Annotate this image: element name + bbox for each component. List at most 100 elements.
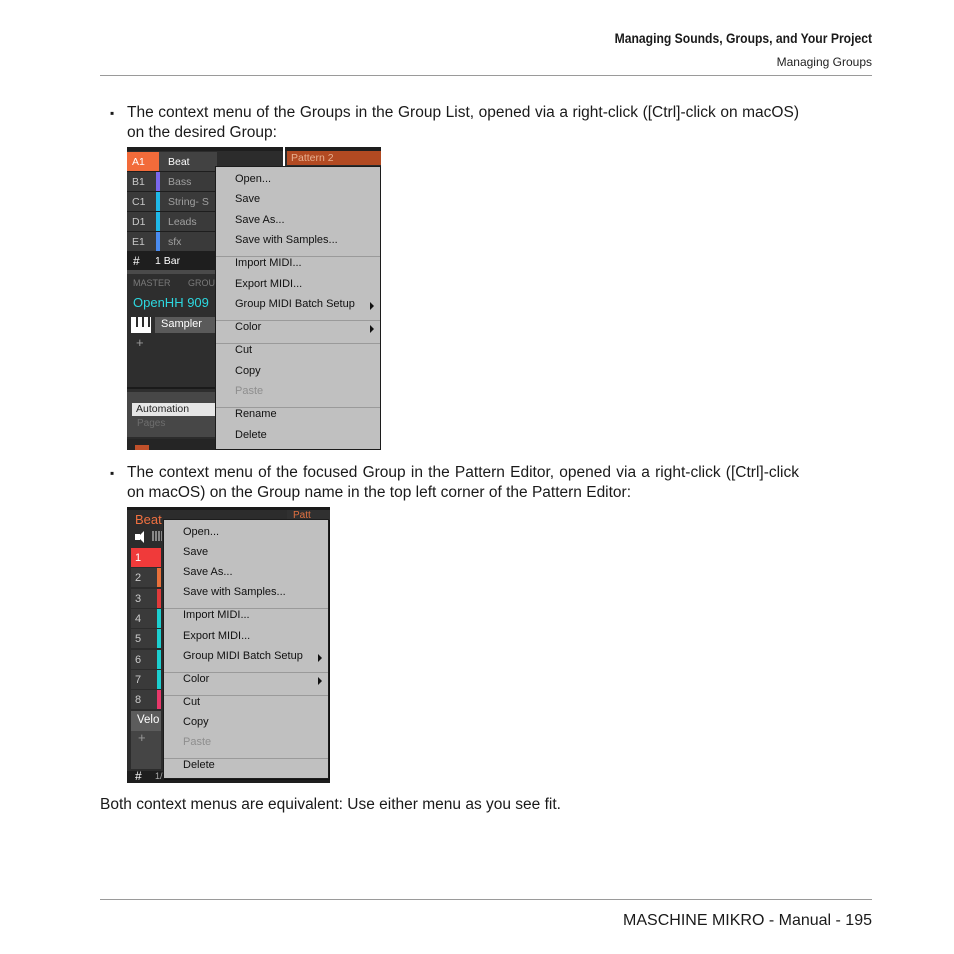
sound-color-swatch xyxy=(157,608,161,628)
footer-divider xyxy=(100,899,872,900)
group-list-screenshot: A1 Beat B1 Bass C1 String- S D1 Leads E1 sfx Patt… xyxy=(127,147,381,450)
submenu-arrow-icon xyxy=(370,325,374,334)
sound-slot[interactable]: 2 xyxy=(131,568,161,588)
group-name-button[interactable]: Beat xyxy=(135,512,162,527)
group-slot: E1 xyxy=(132,236,145,248)
sound-slot-number: 5 xyxy=(135,633,142,646)
sound-color-swatch xyxy=(157,649,161,669)
sound-slot[interactable]: 5 xyxy=(131,629,161,649)
menu-item-save[interactable]: Save xyxy=(183,546,208,558)
menu-item-color[interactable]: Color xyxy=(183,673,209,685)
pattern-editor-context-menu: Open... Save Save As... Save with Samples..… xyxy=(163,519,329,779)
bullet-text: The context menu of the focused Group in… xyxy=(127,464,799,501)
velocity-tab[interactable]: Velo xyxy=(131,711,161,731)
tab-group[interactable]: GROU xyxy=(188,278,215,288)
menu-item-open[interactable]: Open... xyxy=(235,173,271,185)
sound-slot[interactable]: 4 xyxy=(131,608,161,628)
bar-label: 1 Bar xyxy=(155,255,181,267)
submenu-arrow-icon xyxy=(318,676,322,685)
footer-page-info: MASCHINE MIKRO - Manual - 195 xyxy=(623,912,872,929)
keyboard-icon xyxy=(131,317,151,333)
sound-slot[interactable]: 7 xyxy=(131,669,161,689)
velocity-area xyxy=(131,731,161,769)
menu-item-group-midi-batch-setup[interactable]: Group MIDI Batch Setup xyxy=(183,650,303,662)
header-divider xyxy=(100,75,872,76)
group-list-item[interactable]: E1 sfx xyxy=(127,232,217,252)
group-name: Beat xyxy=(168,156,190,168)
pattern-label: Pattern 2 xyxy=(291,152,334,164)
bullet-marker: ▪ xyxy=(110,466,115,480)
group-name: String- S xyxy=(168,196,209,208)
group-slot: D1 xyxy=(132,216,146,228)
menu-item-save-as[interactable]: Save As... xyxy=(235,214,285,226)
grid-icon: # xyxy=(133,254,140,268)
add-button[interactable]: + xyxy=(138,730,146,745)
sound-color-swatch xyxy=(157,669,161,689)
sound-slot-number: 8 xyxy=(135,694,142,707)
divider xyxy=(127,387,217,389)
chapter-title: Managing Sounds, Groups, and Your Projec… xyxy=(614,31,872,46)
sound-slot-number: 4 xyxy=(135,612,142,625)
automation-label: Automation xyxy=(136,403,190,415)
menu-item-rename[interactable]: Rename xyxy=(235,408,277,420)
menu-item-save[interactable]: Save xyxy=(235,193,260,205)
sound-color-swatch xyxy=(157,690,161,710)
menu-item-delete[interactable]: Delete xyxy=(183,759,215,771)
sound-slot[interactable]: 1 xyxy=(131,548,161,567)
submenu-arrow-icon xyxy=(318,653,322,662)
tab-master[interactable]: MASTER xyxy=(133,278,171,288)
speaker-icon-cone xyxy=(138,531,144,543)
menu-item-save-with-samples[interactable]: Save with Samples... xyxy=(235,234,338,246)
bar-row[interactable]: # 1 Bar xyxy=(127,252,217,270)
sound-name: OpenHH 909 xyxy=(133,295,209,310)
menu-item-group-midi-batch-setup[interactable]: Group MIDI Batch Setup xyxy=(235,298,355,310)
menu-item-export-midi[interactable]: Export MIDI... xyxy=(235,278,302,290)
menu-item-delete[interactable]: Delete xyxy=(235,429,267,441)
menu-item-copy[interactable]: Copy xyxy=(183,716,209,728)
sound-slot[interactable]: 6 xyxy=(131,649,161,669)
sound-slot[interactable]: 8 xyxy=(131,690,161,710)
pages-label: Pages xyxy=(137,418,166,429)
playhead xyxy=(283,147,285,167)
group-list-item[interactable]: C1 String- S xyxy=(127,192,217,212)
conclusion-text: Both context menus are equivalent: Use e… xyxy=(100,796,561,813)
sound-slot[interactable]: 3 xyxy=(131,588,161,608)
group-color-swatch xyxy=(156,232,160,251)
grid-icon: # xyxy=(135,769,142,783)
sound-color-swatch xyxy=(157,568,161,588)
group-list-item[interactable]: A1 Beat xyxy=(127,152,217,172)
sound-slot-number: 7 xyxy=(135,673,142,686)
section-title: Managing Groups xyxy=(776,55,872,69)
menu-item-export-midi[interactable]: Export MIDI... xyxy=(183,630,250,642)
menu-item-save-with-samples[interactable]: Save with Samples... xyxy=(183,586,286,598)
menu-item-color[interactable]: Color xyxy=(235,321,261,333)
group-list-item[interactable]: B1 Bass xyxy=(127,172,217,192)
menu-item-import-midi[interactable]: Import MIDI... xyxy=(235,257,302,269)
plugin-name: Sampler xyxy=(161,318,202,330)
bullet-text: The context menu of the Groups in the Gr… xyxy=(127,104,799,141)
group-color-swatch xyxy=(156,172,160,191)
pattern-slot[interactable]: Pattern 2 xyxy=(287,151,381,165)
sound-color-swatch xyxy=(157,548,161,567)
group-slot: C1 xyxy=(132,196,146,208)
group-list-item[interactable]: D1 Leads xyxy=(127,212,217,232)
sound-slot-number: 6 xyxy=(135,653,142,666)
menu-item-cut[interactable]: Cut xyxy=(183,696,200,708)
sound-slot-number: 1 xyxy=(135,552,142,564)
group-name: Leads xyxy=(168,216,197,228)
menu-item-copy[interactable]: Copy xyxy=(235,365,261,377)
sound-slot-number: 3 xyxy=(135,592,142,605)
grid-view-icon[interactable] xyxy=(152,531,162,541)
plugin-slot[interactable]: Sampler xyxy=(155,317,217,333)
bullet-marker: ▪ xyxy=(110,106,115,120)
menu-item-save-as[interactable]: Save As... xyxy=(183,566,233,578)
add-plugin-button[interactable]: + xyxy=(136,335,144,350)
automation-tab[interactable]: Automation xyxy=(132,403,217,416)
group-slot: B1 xyxy=(132,176,145,188)
menu-item-import-midi[interactable]: Import MIDI... xyxy=(183,609,250,621)
menu-item-paste: Paste xyxy=(235,385,264,397)
group-name: sfx xyxy=(168,236,182,248)
menu-item-cut[interactable]: Cut xyxy=(235,344,252,356)
menu-item-open[interactable]: Open... xyxy=(183,526,219,538)
group-context-menu: Open... Save Save As... Save with Samples..… xyxy=(215,166,381,450)
